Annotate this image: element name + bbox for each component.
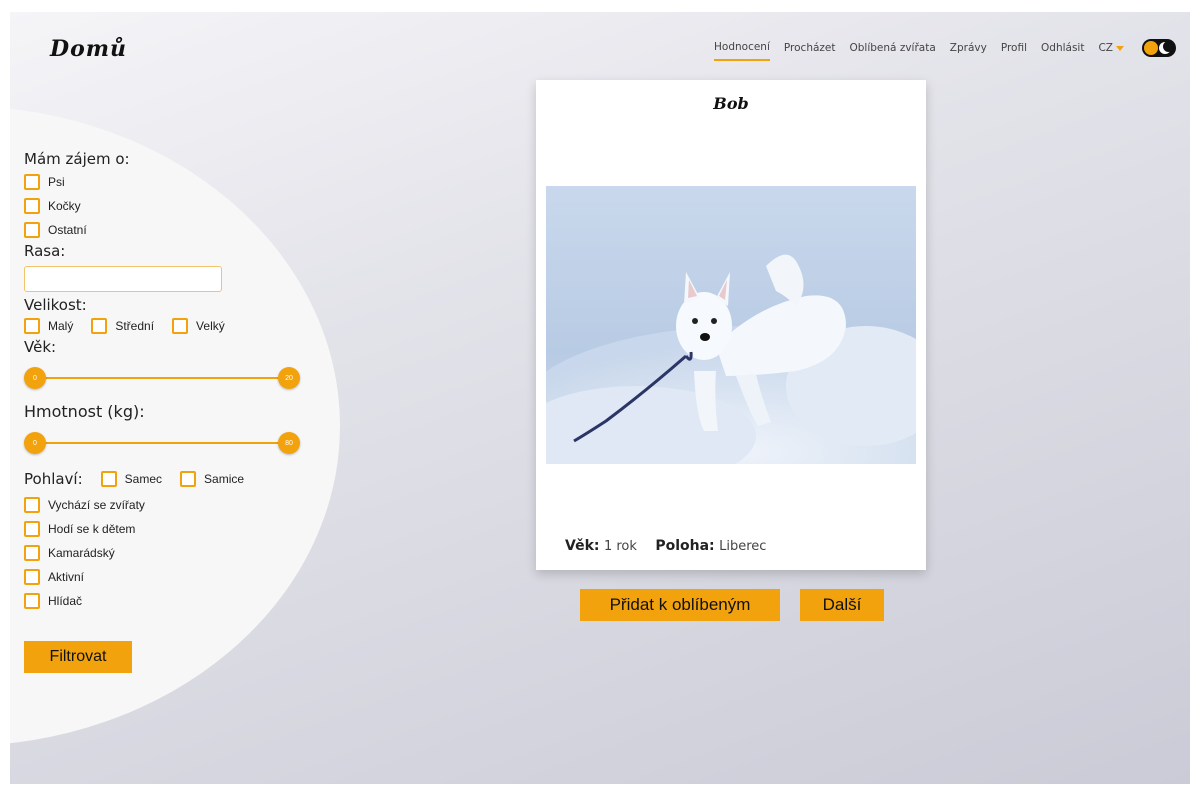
interest-title: Mám zájem o: xyxy=(24,150,130,168)
checkbox[interactable] xyxy=(91,318,108,334)
gender-row: Pohlaví: Samec Samice xyxy=(24,465,314,493)
checkbox[interactable] xyxy=(180,471,197,487)
checkbox[interactable] xyxy=(24,521,40,537)
checkbox[interactable] xyxy=(172,318,189,334)
checkbox[interactable] xyxy=(24,497,40,513)
age-max-handle[interactable]: 20 xyxy=(278,367,300,389)
trait-label-animals: Vychází se zvířaty xyxy=(48,498,145,512)
interest-label-dogs: Psi xyxy=(48,175,65,189)
interest-label-other: Ostatní xyxy=(48,223,87,237)
location-label: Poloha: xyxy=(655,538,715,554)
slider-track xyxy=(34,377,290,379)
size-label-medium: Střední xyxy=(115,319,155,333)
nav-item-logout[interactable]: Odhlásit xyxy=(1041,42,1084,60)
breed-input[interactable] xyxy=(24,266,222,292)
weight-max-handle[interactable]: 80 xyxy=(278,432,300,454)
breed-title: Rasa: xyxy=(24,242,66,260)
checkbox[interactable] xyxy=(24,198,40,214)
gender-option-female[interactable]: Samice xyxy=(180,471,244,487)
checkbox[interactable] xyxy=(100,471,117,487)
filter-panel: Mám zájem o: Psi Kočky Ostatní Rasa: Vel… xyxy=(24,150,314,673)
language-select[interactable]: CZ xyxy=(1098,42,1124,60)
checkbox[interactable] xyxy=(24,593,40,609)
checkbox[interactable] xyxy=(24,545,40,561)
size-option-small[interactable]: Malý xyxy=(24,318,73,334)
home-logo[interactable]: Domů xyxy=(50,36,127,62)
trait-option-kids[interactable]: Hodí se k dětem xyxy=(24,517,314,541)
age-title: Věk: xyxy=(24,338,57,356)
trait-label-guard: Hlídač xyxy=(48,594,83,608)
checkbox[interactable] xyxy=(24,318,40,334)
animal-card: Bob Věk: 1 rok Poloha: Liberec xyxy=(536,80,926,570)
size-title: Velikost: xyxy=(24,296,87,314)
trait-label-friendly: Kamarádský xyxy=(48,546,115,560)
nav-item-rating[interactable]: Hodnocení xyxy=(714,41,770,61)
add-to-favorites-button[interactable]: Přidat k oblíbeným xyxy=(580,589,780,621)
top-nav: Hodnocení Procházet Oblíbená zvířata Zpr… xyxy=(700,39,1176,63)
theme-toggle[interactable] xyxy=(1142,39,1176,57)
age-label: Věk: xyxy=(565,538,600,554)
nav-item-favorites[interactable]: Oblíbená zvířata xyxy=(850,42,936,60)
page: Domů Hodnocení Procházet Oblíbená zvířat… xyxy=(10,12,1190,784)
age-min-handle[interactable]: 0 xyxy=(24,367,46,389)
dog-in-snow-image xyxy=(546,186,916,464)
trait-option-active[interactable]: Aktivní xyxy=(24,565,314,589)
interest-option-other[interactable]: Ostatní xyxy=(24,218,314,242)
toggle-knob xyxy=(1144,41,1158,55)
weight-min-handle[interactable]: 0 xyxy=(24,432,46,454)
location-value: Liberec xyxy=(719,539,767,554)
animal-info: Věk: 1 rok Poloha: Liberec xyxy=(565,538,780,554)
trait-label-active: Aktivní xyxy=(48,570,85,584)
gender-option-male[interactable]: Samec xyxy=(100,471,163,487)
checkbox[interactable] xyxy=(24,222,40,238)
age-value: 1 rok xyxy=(603,539,637,554)
next-button[interactable]: Další xyxy=(800,589,884,621)
card-actions: Přidat k oblíbeným Další xyxy=(580,589,884,621)
weight-range-slider[interactable]: 0 80 xyxy=(24,431,300,455)
gender-label-female: Samice xyxy=(204,472,245,486)
nav-item-messages[interactable]: Zprávy xyxy=(950,42,987,60)
trait-label-kids: Hodí se k dětem xyxy=(48,522,136,536)
nav-item-browse[interactable]: Procházet xyxy=(784,42,836,60)
slider-track xyxy=(34,442,290,444)
trait-option-animals[interactable]: Vychází se zvířaty xyxy=(24,493,314,517)
checkbox[interactable] xyxy=(24,174,40,190)
size-option-large[interactable]: Velký xyxy=(172,318,225,334)
moon-icon xyxy=(1159,41,1174,54)
weight-title: Hmotnost (kg): xyxy=(24,402,145,421)
age-range-slider[interactable]: 0 20 xyxy=(24,366,300,390)
animal-photo xyxy=(546,186,916,464)
interest-label-cats: Kočky xyxy=(48,199,81,213)
trait-option-friendly[interactable]: Kamarádský xyxy=(24,541,314,565)
size-label-large: Velký xyxy=(196,319,225,333)
checkbox[interactable] xyxy=(24,569,40,585)
size-label-small: Malý xyxy=(48,319,74,333)
size-option-medium[interactable]: Střední xyxy=(91,318,154,334)
trait-option-guard[interactable]: Hlídač xyxy=(24,589,314,613)
animal-name: Bob xyxy=(713,94,749,113)
filter-button[interactable]: Filtrovat xyxy=(24,641,132,673)
nav-item-profile[interactable]: Profil xyxy=(1001,42,1027,60)
language-label: CZ xyxy=(1098,42,1113,54)
interest-option-dogs[interactable]: Psi xyxy=(24,170,314,194)
size-options: Malý Střední Velký xyxy=(24,314,314,338)
gender-label-male: Samec xyxy=(124,472,163,486)
chevron-down-icon xyxy=(1116,45,1124,51)
interest-option-cats[interactable]: Kočky xyxy=(24,194,314,218)
gender-title: Pohlaví: xyxy=(24,470,83,488)
